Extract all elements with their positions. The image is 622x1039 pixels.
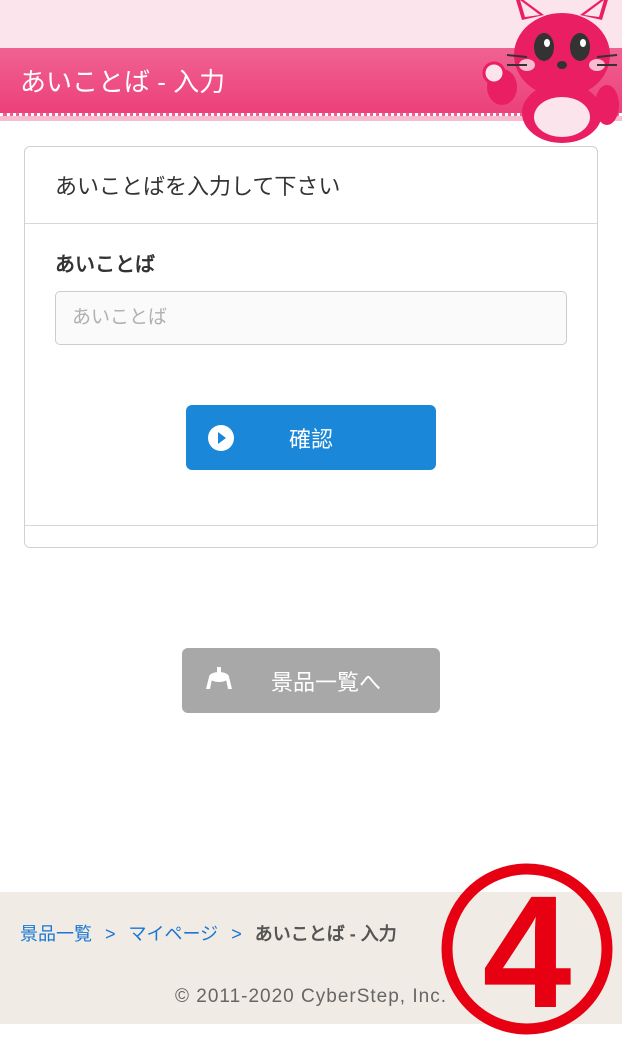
arrow-right-icon (208, 425, 234, 451)
breadcrumb-link-prizes[interactable]: 景品一覧 (20, 924, 92, 944)
field-label: あいことば (55, 248, 567, 277)
crane-icon (204, 667, 234, 695)
breadcrumb-current: あいことば - 入力 (255, 924, 397, 944)
card-footer-strip (25, 525, 597, 547)
form-card: あいことばを入力して下さい あいことば 確認 (24, 146, 598, 548)
svg-text:4: 4 (483, 862, 572, 1039)
card-heading: あいことばを入力して下さい (25, 147, 597, 224)
step-badge: 4 (437, 859, 617, 1039)
confirm-button-label: 確認 (289, 422, 333, 454)
confirm-button[interactable]: 確認 (186, 405, 436, 470)
breadcrumb-separator: > (105, 924, 116, 944)
cat-mascot (452, 0, 622, 150)
prize-list-button[interactable]: 景品一覧へ (182, 648, 440, 713)
password-phrase-input[interactable] (55, 291, 567, 345)
breadcrumb-separator: > (231, 924, 242, 944)
prize-list-button-label: 景品一覧へ (271, 665, 381, 697)
breadcrumb-link-mypage[interactable]: マイページ (129, 924, 219, 944)
card-body: あいことば 確認 (25, 224, 597, 525)
